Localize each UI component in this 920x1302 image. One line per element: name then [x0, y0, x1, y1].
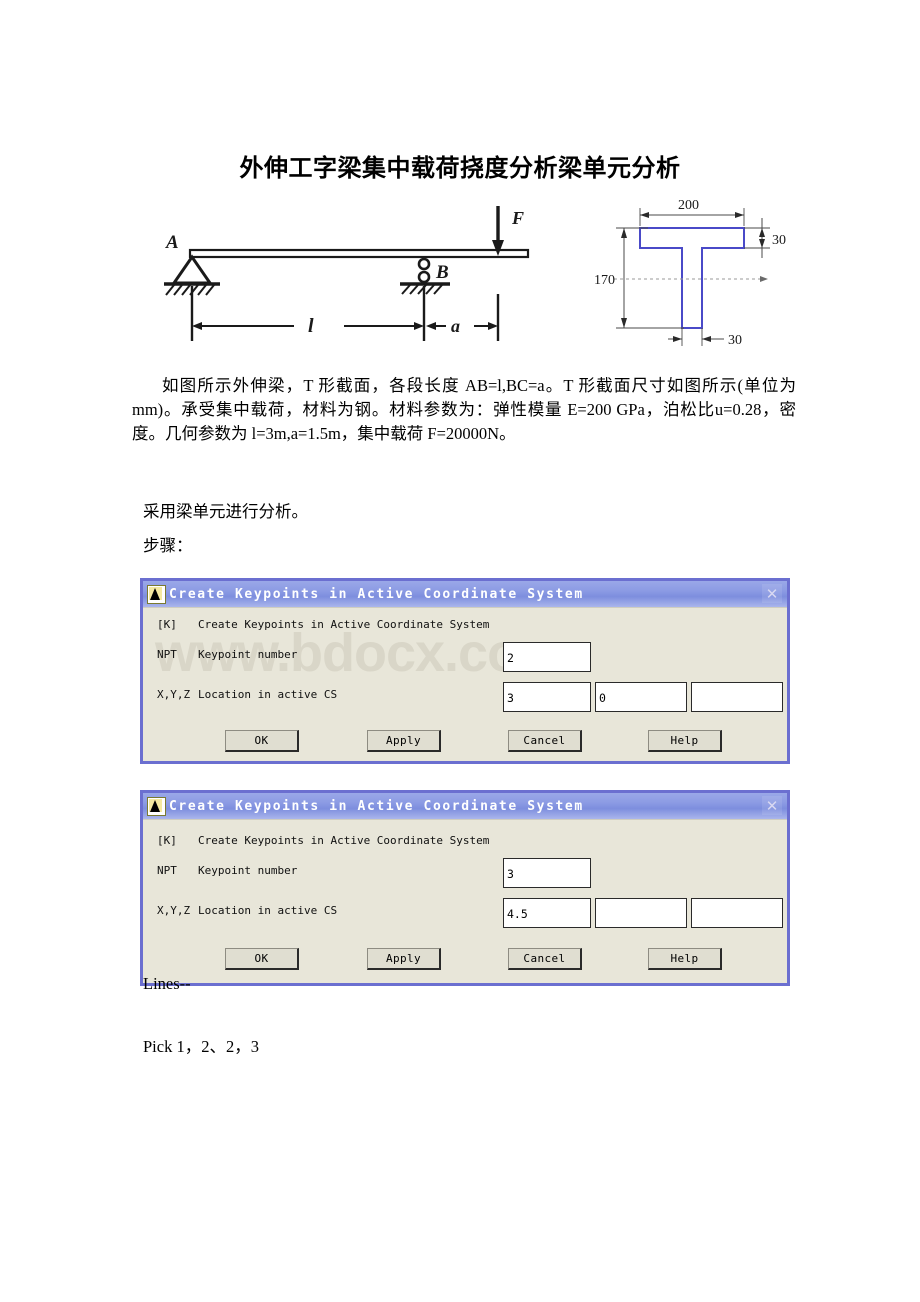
command-text: Create Keypoints in Active Coordinate Sy… — [198, 834, 490, 847]
dim-web-thickness-label: 30 — [728, 333, 742, 348]
xyz-label: Location in active CS — [198, 688, 338, 701]
pin-support-a — [171, 254, 213, 285]
ok-button[interactable]: OK — [225, 948, 299, 970]
dim170-arrow-top — [621, 228, 627, 238]
dim-flange-width-label: 200 — [678, 198, 699, 213]
command-text: Create Keypoints in Active Coordinate Sy… — [198, 618, 490, 631]
close-icon[interactable]: ✕ — [762, 796, 782, 815]
centroid-axis-arrow — [760, 276, 768, 282]
force-label: F — [511, 208, 524, 228]
figure-row: F A B l a 200 30 170 30 — [0, 196, 920, 366]
help-button[interactable]: Help — [648, 730, 722, 752]
dialog-2-titlebar[interactable]: Create Keypoints in Active Coordinate Sy… — [143, 793, 787, 819]
dialog-1-titlebar[interactable]: Create Keypoints in Active Coordinate Sy… — [143, 581, 787, 607]
pick-label: Pick 1，2、2，3 — [143, 1037, 259, 1056]
apply-button[interactable]: Apply — [367, 730, 441, 752]
dim-flange-thickness-label: 30 — [772, 233, 786, 248]
ansys-logo-icon — [147, 584, 166, 604]
npt-tag: NPT — [157, 648, 177, 661]
steps-label: 步骤： — [143, 536, 193, 555]
roller-circle-upper — [417, 257, 431, 271]
support-a-label: A — [165, 232, 179, 253]
dialog-1-title: Create Keypoints in Active Coordinate Sy… — [169, 586, 584, 602]
dim170-arrow-bot — [621, 318, 627, 328]
z-location-input[interactable] — [691, 898, 783, 928]
lines-label: Lines-- — [143, 974, 191, 993]
z-location-input[interactable] — [691, 682, 783, 712]
x-location-input[interactable] — [503, 682, 591, 712]
dim-l-right-arrow — [414, 322, 424, 330]
support-b-label: B — [435, 262, 449, 283]
xyz-tag: X,Y,Z — [157, 904, 191, 917]
dim30w-arrow-right — [702, 336, 711, 342]
help-button[interactable]: Help — [648, 948, 722, 970]
dim30w-arrow-left — [673, 336, 682, 342]
keypoint-number-input[interactable] — [503, 642, 591, 672]
dim-a-label: a — [451, 316, 460, 336]
dim200-arrow-left — [640, 212, 649, 218]
dialog-1-body: www.bdocx.com [K] Create Keypoints in Ac… — [143, 607, 787, 761]
xyz-tag: X,Y,Z — [157, 688, 191, 701]
apply-button[interactable]: Apply — [367, 948, 441, 970]
command-tag: [K] — [157, 618, 177, 631]
create-keypoints-dialog-2[interactable]: Create Keypoints in Active Coordinate Sy… — [140, 790, 790, 986]
npt-label: Keypoint number — [198, 864, 298, 877]
y-location-input[interactable] — [595, 682, 687, 712]
xyz-label: Location in active CS — [198, 904, 338, 917]
ok-button[interactable]: OK — [225, 730, 299, 752]
ansys-logo-icon — [147, 796, 166, 816]
dialog-2-title: Create Keypoints in Active Coordinate Sy… — [169, 798, 584, 814]
dim30t-arrow-up — [759, 228, 765, 237]
page-title: 外伸工字梁集中载荷挠度分析梁单元分析 — [239, 156, 681, 182]
dim200-arrow-right — [735, 212, 744, 218]
roller-circle-lower — [417, 270, 431, 284]
method-line: 采用梁单元进行分析。 — [143, 502, 308, 521]
cancel-button[interactable]: Cancel — [508, 948, 582, 970]
support-b-hatching — [401, 284, 443, 295]
y-location-input[interactable] — [595, 898, 687, 928]
problem-description-paragraph: 如图所示外伸梁，T 形截面，各段长度 AB=l,BC=a。T 形截面尺寸如图所示… — [132, 376, 796, 443]
dim-total-height-label: 170 — [594, 273, 615, 288]
document-page: 外伸工字梁集中载荷挠度分析梁单元分析 F A B l a 200 30 170 … — [0, 0, 920, 1302]
t-section-outline — [639, 227, 745, 329]
t-section-figure: 200 30 170 30 — [594, 198, 786, 348]
command-tag: [K] — [157, 834, 177, 847]
dim-l-label: l — [308, 315, 314, 337]
dim30t-arrow-down — [759, 239, 765, 248]
x-location-input[interactable] — [503, 898, 591, 928]
beam-body — [188, 248, 530, 259]
beam-schematic-figure: F A B l a — [164, 206, 530, 341]
support-a-hatching — [165, 284, 215, 296]
dim-a-left-arrow — [426, 322, 436, 330]
cancel-button[interactable]: Cancel — [508, 730, 582, 752]
dim-a-right-arrow — [488, 322, 498, 330]
npt-tag: NPT — [157, 864, 177, 877]
dim-l-left-arrow — [192, 322, 202, 330]
close-icon[interactable]: ✕ — [762, 584, 782, 603]
create-keypoints-dialog-1[interactable]: Create Keypoints in Active Coordinate Sy… — [140, 578, 790, 764]
npt-label: Keypoint number — [198, 648, 298, 661]
keypoint-number-input[interactable] — [503, 858, 591, 888]
dialog-2-body: [K] Create Keypoints in Active Coordinat… — [143, 819, 787, 983]
